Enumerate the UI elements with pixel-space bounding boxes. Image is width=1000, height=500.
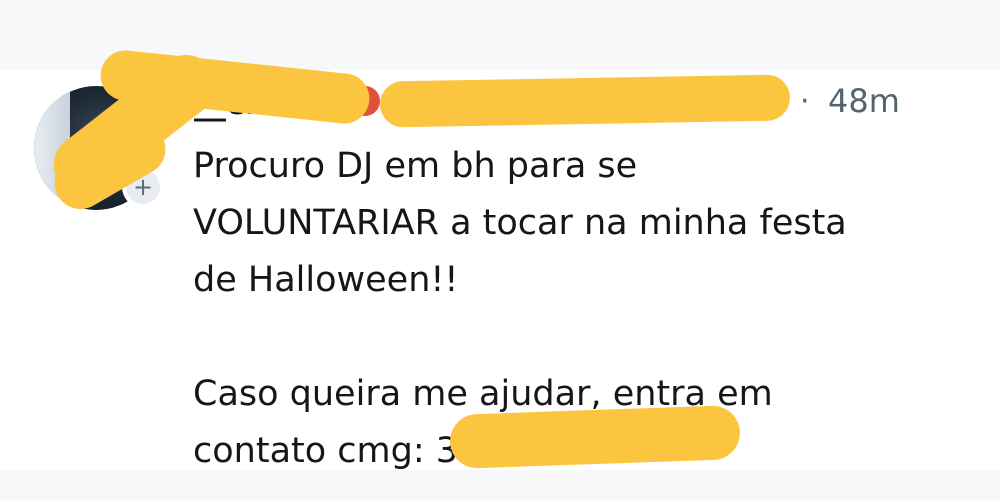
- top-strip: [0, 0, 1000, 70]
- post-body: Procuro DJ em bh para se VOLUNTARIAR a t…: [193, 138, 973, 480]
- plus-icon: +: [126, 170, 160, 204]
- avatar-highlight: [34, 86, 70, 210]
- post-line: Caso queira me ajudar, entra em: [193, 374, 773, 414]
- post-line: VOLUNTARIAR a tocar na minha festa: [193, 203, 847, 243]
- username[interactable]: __ciss: [194, 84, 294, 122]
- post-line: Procuro DJ em bh para se: [193, 146, 638, 186]
- post-line: de Halloween!!: [193, 260, 459, 300]
- post-timestamp[interactable]: 48m: [828, 82, 900, 120]
- post-blank-line: [193, 309, 973, 366]
- user-handle[interactable]: @: [400, 84, 430, 119]
- badge-icon: [350, 86, 380, 116]
- post-line: contato cmg: 31 9991: [193, 431, 581, 471]
- separator-dot: ·: [800, 84, 810, 119]
- follow-button[interactable]: +: [122, 166, 164, 208]
